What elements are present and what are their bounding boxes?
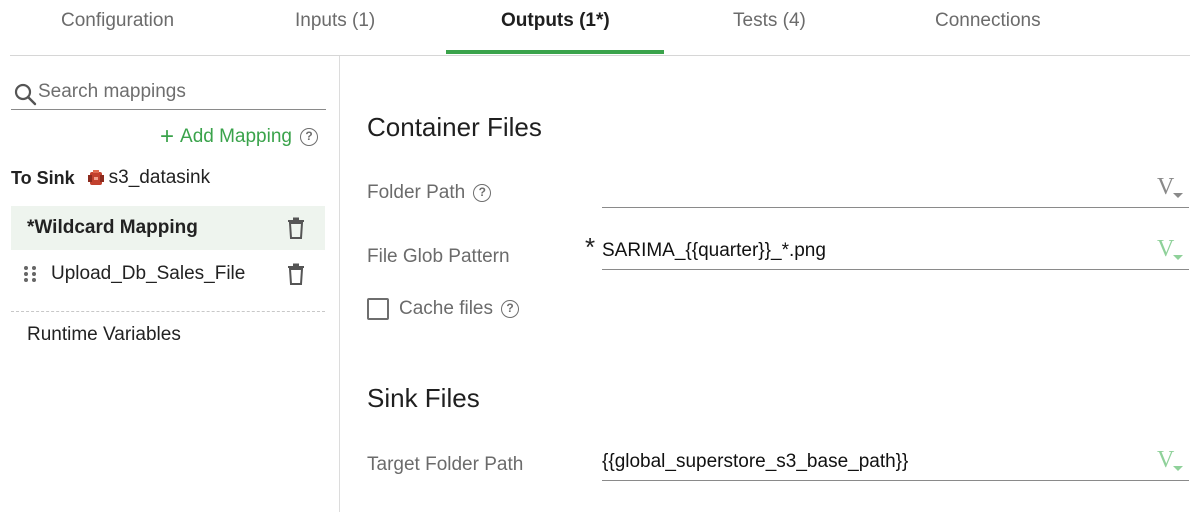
tab-bar: Configuration Inputs (1) Outputs (1*) Te…: [10, 0, 1190, 56]
search-icon: [14, 83, 37, 106]
file-glob-label: File Glob Pattern: [367, 246, 510, 268]
delete-icon[interactable]: [287, 263, 305, 285]
mapping-item-wildcard[interactable]: *Wildcard Mapping: [11, 206, 325, 250]
variable-picker-icon[interactable]: V: [1157, 445, 1187, 475]
file-glob-input[interactable]: [602, 238, 1142, 264]
to-sink-label: To Sink: [11, 167, 75, 188]
tab-connections[interactable]: Connections: [935, 10, 1041, 32]
folder-path-input[interactable]: [602, 176, 1142, 202]
help-icon[interactable]: ?: [299, 128, 318, 146]
target-folder-path-label: Target Folder Path: [367, 454, 523, 476]
add-mapping-button[interactable]: + Add Mapping ?: [160, 123, 318, 150]
folder-path-label: Folder Path ?: [367, 182, 492, 204]
delete-icon[interactable]: [287, 217, 305, 239]
add-mapping-label: Add Mapping: [180, 126, 292, 147]
container-files-heading: Container Files: [367, 112, 542, 142]
runtime-variables-link[interactable]: Runtime Variables: [27, 324, 181, 346]
folder-path-label-text: Folder Path: [367, 182, 466, 203]
target-folder-path-input[interactable]: [602, 449, 1142, 475]
to-sink-row: To Sink s3_datasink: [11, 167, 210, 189]
help-icon[interactable]: ?: [473, 184, 492, 202]
svg-text:V: V: [1157, 447, 1175, 473]
cache-files-label: Cache files: [399, 298, 493, 319]
tab-tests[interactable]: Tests (4): [733, 10, 806, 32]
svg-text:V: V: [1157, 236, 1175, 262]
tab-outputs[interactable]: Outputs (1*): [501, 10, 610, 32]
drag-handle-icon[interactable]: [23, 265, 37, 283]
target-folder-path-field: V: [602, 441, 1189, 481]
mapping-title: Upload_Db_Sales_File: [51, 263, 246, 284]
svg-text:V: V: [1157, 174, 1175, 200]
active-tab-indicator: [446, 50, 664, 54]
target-folder-path-label-text: Target Folder Path: [367, 454, 524, 475]
mapping-title: *Wildcard Mapping: [27, 217, 198, 238]
sink-files-heading: Sink Files: [367, 383, 480, 413]
variable-picker-icon[interactable]: V: [1157, 172, 1187, 202]
file-glob-field: V: [602, 230, 1189, 270]
help-icon[interactable]: ?: [501, 300, 519, 318]
cache-files-row: Cache files ?: [367, 298, 519, 320]
search-mappings-input[interactable]: [38, 78, 318, 106]
file-glob-label-text: File Glob Pattern: [367, 246, 510, 267]
tab-configuration[interactable]: Configuration: [61, 10, 174, 32]
sink-name: s3_datasink: [108, 167, 211, 188]
s3-bucket-icon: [87, 170, 104, 185]
variable-picker-icon[interactable]: V: [1157, 234, 1187, 264]
mappings-sidebar: + Add Mapping ? To Sink s3_datasink *Wil…: [0, 56, 340, 512]
cache-files-checkbox[interactable]: [367, 298, 389, 320]
mapping-item-upload-db-sales-file[interactable]: Upload_Db_Sales_File: [11, 252, 325, 296]
sidebar-divider: [11, 311, 325, 312]
search-box: [11, 76, 326, 110]
folder-path-field: V: [602, 168, 1189, 208]
required-marker: *: [585, 232, 596, 262]
tab-inputs[interactable]: Inputs (1): [295, 10, 375, 32]
plus-icon: +: [160, 123, 175, 150]
